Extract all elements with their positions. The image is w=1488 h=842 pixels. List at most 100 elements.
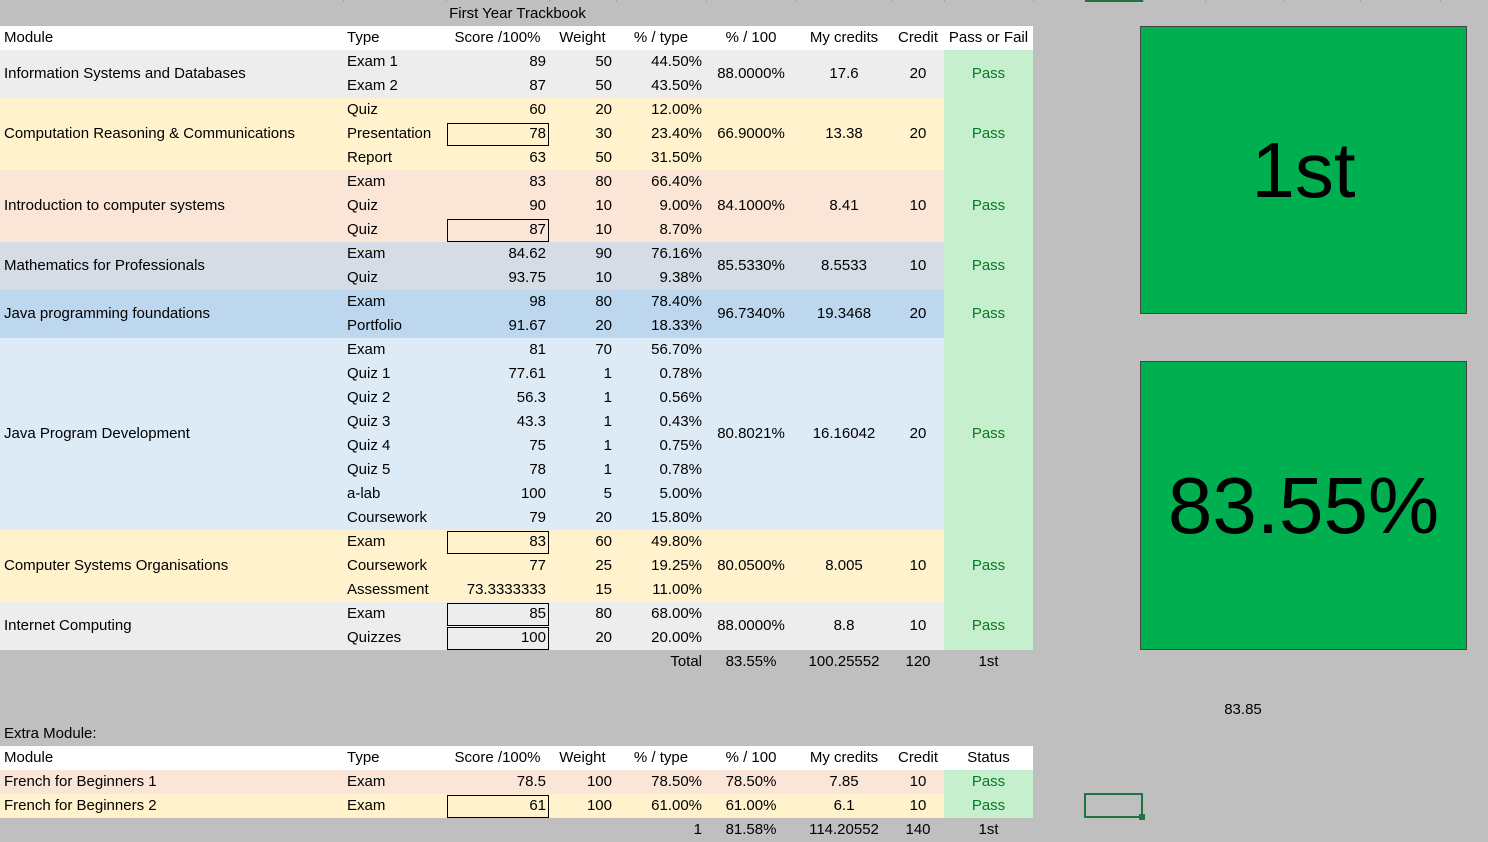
percent-type-cell: 18.33% <box>651 317 702 334</box>
extra-totals-result: 1st <box>978 821 999 838</box>
module-name: Java Program Development <box>4 425 190 442</box>
extra-score: 78.5 <box>516 773 546 790</box>
module-name: Computation Reasoning & Communications <box>4 125 295 142</box>
assessment-type: Quiz 1 <box>347 365 391 382</box>
highlighted-cell-border <box>447 219 549 242</box>
assessment-type: Coursework <box>347 557 428 574</box>
column-gridline <box>796 0 797 2</box>
totals-result: 1st <box>978 653 999 670</box>
weight-cell: 50 <box>595 77 612 94</box>
percent-type-cell: 0.43% <box>659 413 702 430</box>
module-credit: 20 <box>909 425 927 442</box>
column-header: % / 100 <box>725 29 777 46</box>
percent-type-cell: 12.00% <box>651 101 702 118</box>
score-cell: 73.3333333 <box>466 581 546 598</box>
module-my-credits: 16.16042 <box>812 425 876 442</box>
extra-my-credits: 6.1 <box>833 797 855 814</box>
assessment-type: Report <box>347 149 393 166</box>
score-cell: 79 <box>529 509 546 526</box>
totals-my-credits: 100.25552 <box>808 653 880 670</box>
column-gridline <box>1143 0 1144 2</box>
weight-cell: 50 <box>595 53 612 70</box>
column-header: Type <box>347 29 380 46</box>
weight-cell: 1 <box>603 461 612 478</box>
module-my-credits: 17.6 <box>829 65 859 82</box>
assessment-type: Quiz 2 <box>347 389 391 406</box>
module-percent: 80.0500% <box>717 557 785 574</box>
module-percent: 85.5330% <box>717 257 785 274</box>
score-cell: 56.3 <box>516 389 546 406</box>
weight-cell: 1 <box>603 389 612 406</box>
highlighted-cell-border <box>447 531 549 554</box>
extra-status: Pass <box>971 773 1006 790</box>
column-gridline <box>343 0 344 2</box>
extra-column-header: % / type <box>633 749 689 766</box>
percent-type-cell: 43.50% <box>651 77 702 94</box>
score-cell: 87 <box>529 77 546 94</box>
percent-type-cell: 23.40% <box>651 125 702 142</box>
weight-cell: 30 <box>595 125 612 142</box>
column-header: Weight <box>559 29 606 46</box>
score-cell: 77 <box>529 557 546 574</box>
module-result: Pass <box>971 125 1006 142</box>
column-gridline <box>944 0 945 2</box>
score-cell: 93.75 <box>508 269 546 286</box>
fill-handle[interactable] <box>1139 814 1145 820</box>
module-credit: 10 <box>909 197 927 214</box>
percent-type-cell: 78.40% <box>651 293 702 310</box>
module-result: Pass <box>971 617 1006 634</box>
extra-column-header: Status <box>967 749 1010 766</box>
percent-type-cell: 5.00% <box>659 485 702 502</box>
score-cell: 78 <box>529 461 546 478</box>
score-cell: 89 <box>529 53 546 70</box>
totals-label: Total <box>670 653 702 670</box>
extra-column-header: Weight <box>559 749 606 766</box>
percent-type-cell: 20.00% <box>651 629 702 646</box>
column-header: Pass or Fail <box>948 29 1029 46</box>
extra-status: Pass <box>971 797 1006 814</box>
extra-module-label: Extra Module: <box>4 725 97 742</box>
assessment-type: Exam <box>347 293 386 310</box>
module-result: Pass <box>971 425 1006 442</box>
percent-summary-box: 83.55% <box>1140 361 1467 650</box>
extra-percent-type: 78.50% <box>651 773 702 790</box>
module-credit: 10 <box>909 257 927 274</box>
column-header: Score /100% <box>454 29 541 46</box>
module-name: Mathematics for Professionals <box>4 257 205 274</box>
weight-cell: 90 <box>595 245 612 262</box>
extra-column-header: Type <box>347 749 380 766</box>
score-cell: 84.62 <box>508 245 546 262</box>
weight-cell: 20 <box>595 629 612 646</box>
weight-cell: 1 <box>603 413 612 430</box>
weight-cell: 80 <box>595 173 612 190</box>
module-credit: 10 <box>909 617 927 634</box>
weight-cell: 60 <box>595 533 612 550</box>
assessment-type: Exam <box>347 341 386 358</box>
column-header: % / type <box>633 29 689 46</box>
extra-weight: 100 <box>586 773 612 790</box>
percent-type-cell: 15.80% <box>651 509 702 526</box>
module-credit: 10 <box>909 557 927 574</box>
column-gridline <box>1360 0 1361 2</box>
score-cell: 75 <box>529 437 546 454</box>
assessment-type: Exam <box>347 605 386 622</box>
assessment-type: Exam <box>347 533 386 550</box>
column-gridline <box>1283 0 1284 2</box>
weight-cell: 50 <box>595 149 612 166</box>
score-cell: 90 <box>529 197 546 214</box>
selected-cell[interactable] <box>1084 793 1143 818</box>
score-cell: 83 <box>529 173 546 190</box>
percent-type-cell: 56.70% <box>651 341 702 358</box>
module-result: Pass <box>971 197 1006 214</box>
column-gridline <box>1033 0 1034 2</box>
assessment-type: Quiz <box>347 197 378 214</box>
percent-type-cell: 66.40% <box>651 173 702 190</box>
extra-percent: 78.50% <box>725 773 777 790</box>
score-cell: 100 <box>520 485 546 502</box>
weight-cell: 70 <box>595 341 612 358</box>
score-cell: 81 <box>529 341 546 358</box>
score-cell: 91.67 <box>508 317 546 334</box>
extra-weight: 100 <box>586 797 612 814</box>
extra-module-name: French for Beginners 2 <box>4 797 157 814</box>
extra-credit: 10 <box>909 797 927 814</box>
